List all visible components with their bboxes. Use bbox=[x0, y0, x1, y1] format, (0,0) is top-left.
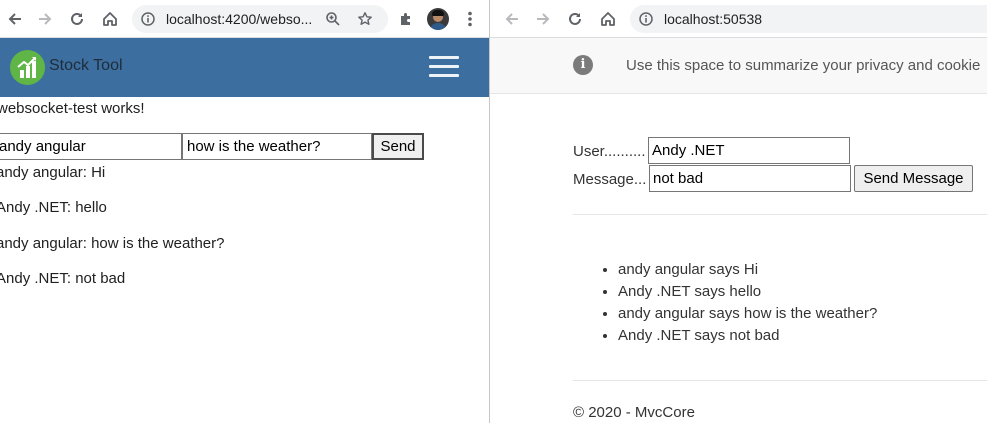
home-icon[interactable] bbox=[594, 5, 622, 33]
privacy-notice-text: Use this space to summarize your privacy… bbox=[626, 57, 981, 74]
star-icon[interactable] bbox=[357, 11, 373, 27]
message-label: Message... bbox=[573, 171, 647, 188]
user-input[interactable]: Andy .NET bbox=[648, 137, 850, 164]
info-icon: i bbox=[573, 55, 593, 75]
hamburger-menu-icon[interactable] bbox=[429, 55, 459, 79]
message-input[interactable]: not bad bbox=[649, 165, 851, 192]
extensions-icon[interactable] bbox=[392, 5, 420, 33]
list-item: andy angular says Hi bbox=[618, 259, 877, 281]
menu-dots-icon[interactable] bbox=[456, 5, 484, 33]
info-icon[interactable] bbox=[141, 12, 155, 26]
back-icon[interactable] bbox=[1, 5, 29, 33]
home-icon[interactable] bbox=[96, 5, 124, 33]
list-item: Andy .NET says hello bbox=[618, 281, 877, 303]
chat-message: andy angular: how is the weather? bbox=[0, 235, 225, 252]
right-browser-toolbar: localhost:50538 bbox=[490, 0, 987, 38]
info-icon[interactable] bbox=[639, 12, 653, 26]
forward-icon[interactable] bbox=[529, 5, 557, 33]
chat-message: andy angular: Hi bbox=[0, 164, 106, 181]
send-button[interactable]: Send bbox=[372, 133, 424, 160]
user-input[interactable]: andy angular bbox=[0, 133, 182, 160]
left-browser-toolbar: localhost:4200/webso... bbox=[0, 0, 489, 38]
divider bbox=[573, 214, 987, 215]
address-bar[interactable]: localhost:4200/webso... bbox=[132, 5, 388, 33]
list-item: Andy .NET says not bad bbox=[618, 325, 877, 347]
chat-message: Andy .NET: hello bbox=[0, 199, 107, 216]
app-navbar: Stock Tool bbox=[0, 38, 489, 97]
brand-title[interactable]: Stock Tool bbox=[49, 57, 123, 75]
stock-chart-logo-icon[interactable] bbox=[10, 50, 45, 85]
forward-icon[interactable] bbox=[31, 5, 59, 33]
footer-text: © 2020 - MvcCore bbox=[573, 404, 695, 421]
chat-message: Andy .NET: not bad bbox=[0, 270, 126, 287]
url-text: localhost:50538 bbox=[664, 11, 763, 27]
url-text: localhost:4200/webso... bbox=[166, 11, 313, 27]
list-item: andy angular says how is the weather? bbox=[618, 303, 877, 325]
left-browser-window: localhost:4200/webso... Stock Tool webso… bbox=[0, 0, 489, 423]
zoom-icon[interactable] bbox=[325, 11, 341, 27]
right-browser-window: localhost:50538 i Use this space to summ… bbox=[489, 0, 987, 423]
back-icon[interactable] bbox=[498, 5, 526, 33]
cookie-consent-bar: i Use this space to summarize your priva… bbox=[490, 38, 987, 94]
reload-icon[interactable] bbox=[63, 5, 91, 33]
reload-icon[interactable] bbox=[561, 5, 589, 33]
profile-avatar[interactable] bbox=[427, 8, 449, 30]
address-bar[interactable]: localhost:50538 bbox=[630, 5, 987, 33]
page-heading: websocket-test works! bbox=[0, 100, 145, 117]
message-input[interactable]: how is the weather? bbox=[182, 133, 372, 160]
message-list: andy angular says Hi Andy .NET says hell… bbox=[573, 259, 877, 347]
divider bbox=[573, 380, 987, 381]
send-message-button[interactable]: Send Message bbox=[854, 165, 973, 192]
user-label: User.......... bbox=[573, 143, 646, 160]
